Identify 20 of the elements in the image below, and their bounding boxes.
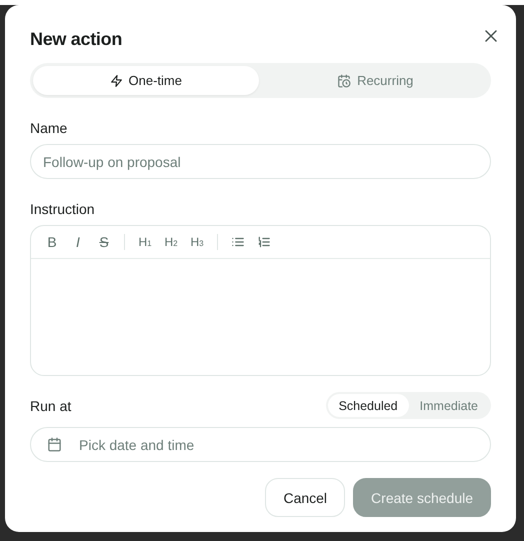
lightning-icon bbox=[110, 74, 123, 88]
close-icon[interactable] bbox=[484, 29, 498, 43]
tab[interactable]: One-time bbox=[33, 66, 258, 95]
field-label: Run at bbox=[30, 398, 72, 414]
calendar-clock-icon bbox=[337, 74, 352, 88]
bold-button[interactable]: B bbox=[41, 231, 63, 253]
italic-button[interactable]: I bbox=[67, 231, 89, 253]
calendar-icon bbox=[47, 437, 62, 452]
field-label: Name bbox=[30, 120, 68, 136]
dialog-title: New action bbox=[30, 29, 124, 50]
cancel-button[interactable]: Cancel bbox=[265, 478, 346, 517]
strikethrough-button[interactable]: S bbox=[93, 231, 115, 253]
mode-option[interactable]: Immediate bbox=[408, 394, 489, 417]
tab[interactable]: Recurring bbox=[262, 66, 488, 95]
date-time-field[interactable]: Pick date and time bbox=[30, 427, 491, 462]
mode-option[interactable]: Scheduled bbox=[328, 394, 409, 417]
name-field[interactable]: Follow-up on proposal bbox=[30, 144, 491, 179]
numbered-list-icon bbox=[257, 235, 271, 249]
bullet-list-icon bbox=[231, 235, 245, 249]
field-label: Instruction bbox=[30, 201, 96, 217]
